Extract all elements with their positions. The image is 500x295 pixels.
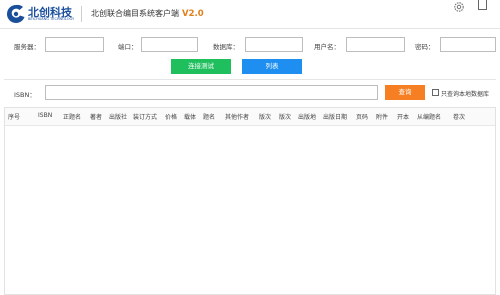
column-header[interactable]: 版次 [279,112,291,121]
local-only-checkbox[interactable] [432,89,439,96]
list-button[interactable]: 列表 [242,59,302,74]
username-input[interactable] [346,37,405,52]
port-input[interactable] [141,37,198,52]
results-table[interactable]: 序号 ISBN 正题名 著者 出版社 装订方式 价格 载体 题名 其他作者 版次… [4,107,496,295]
column-header[interactable]: 开本 [397,112,409,121]
column-header[interactable]: 附件 [376,112,388,121]
column-header[interactable]: 出版地 [298,112,316,121]
title-separator [81,6,82,22]
column-header[interactable]: 正题名 [63,112,81,121]
password-label: 密码： [415,43,435,51]
server-input[interactable] [45,37,104,52]
section-divider [4,79,496,80]
column-header[interactable]: 出版日期 [323,112,347,121]
window-restore-button[interactable] [478,0,487,10]
column-header[interactable]: 序号 [8,112,20,121]
column-header[interactable]: 出版社 [109,112,127,121]
column-header[interactable]: ISBN [38,112,52,119]
isbn-search-input[interactable] [45,85,378,100]
local-only-label: 只查询本地数据库 [441,91,490,98]
database-input[interactable] [245,37,303,52]
query-button[interactable]: 查询 [385,85,425,100]
column-header[interactable]: 题名 [203,112,215,121]
column-header[interactable]: 版次 [259,112,271,121]
column-header[interactable]: 卷次 [453,112,465,121]
app-version: V2.0 [182,9,204,19]
password-input[interactable] [440,37,496,52]
logo-mark-icon [7,4,25,23]
title-bar: 北创科技 BEICHUANG TECHNOLOGY 北创联合编目系统客户端 V2.… [0,0,500,29]
table-header: 序号 ISBN 正题名 著者 出版社 装订方式 价格 载体 题名 其他作者 版次… [5,108,495,126]
column-header[interactable]: 装订方式 [133,112,157,121]
port-label: 端口： [118,43,138,51]
settings-gear-icon[interactable] [453,1,465,13]
column-header[interactable]: 价格 [165,112,177,121]
column-header[interactable]: 著者 [90,112,102,121]
column-header[interactable]: 载体 [184,112,196,121]
database-label: 数据库： [213,43,239,51]
company-logo: 北创科技 BEICHUANG TECHNOLOGY [6,4,80,24]
server-label: 服务器： [14,43,40,51]
username-label: 用户名： [314,43,340,51]
app-title-text: 北创联合编目系统客户端 [91,9,179,18]
isbn-label: ISBN： [14,91,36,99]
column-header[interactable]: 其他作者 [225,112,249,121]
connection-test-button[interactable]: 连接测试 [171,59,231,74]
column-header[interactable]: 从编题名 [417,112,441,121]
app-title: 北创联合编目系统客户端 V2.0 [91,8,204,19]
column-header[interactable]: 页码 [356,112,368,121]
logo-subtext: BEICHUANG TECHNOLOGY [28,17,75,21]
